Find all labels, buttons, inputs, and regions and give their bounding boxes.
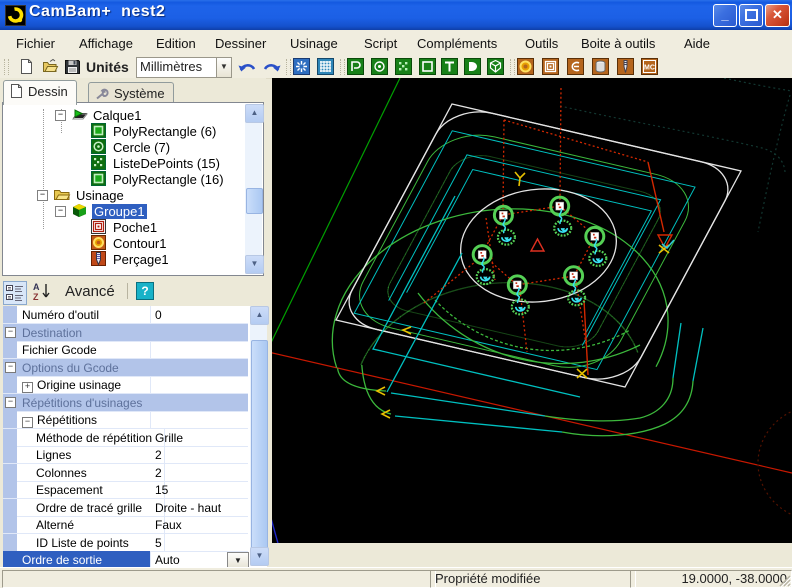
svg-text:A: A [33, 282, 40, 292]
svg-text:Z: Z [33, 292, 39, 302]
svg-text:MC: MC [644, 65, 655, 72]
